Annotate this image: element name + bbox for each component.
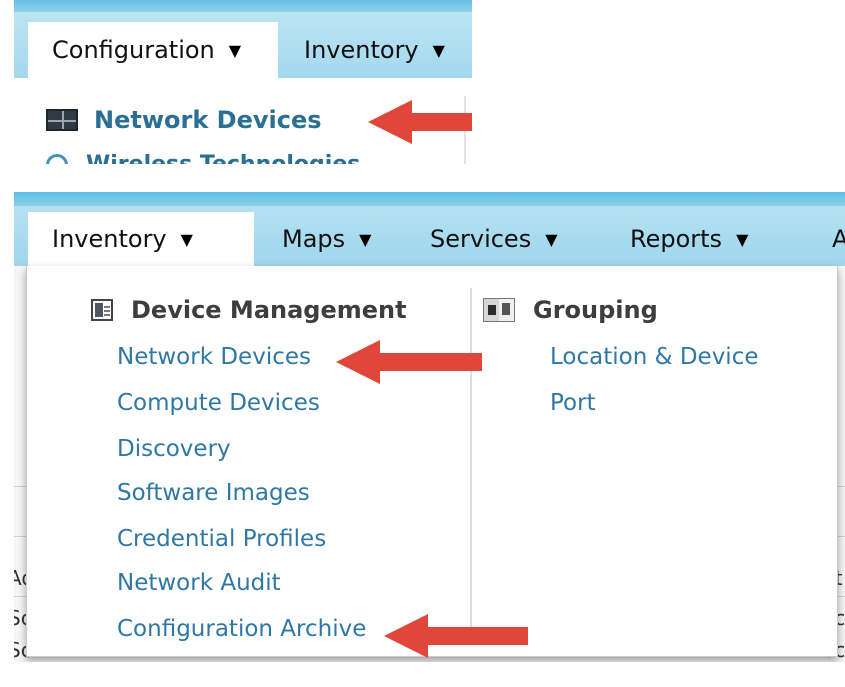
- top-screenshot-panel: Configuration ▼ Inventory ▼ Network Devi…: [14, 0, 472, 164]
- bottom-screenshot-panel: Ad Sc Sc St ec ec Inventory ▼ Maps ▼ Ser…: [14, 192, 845, 662]
- tab-inventory-label: Inventory: [304, 36, 419, 64]
- menu-item-network-devices[interactable]: Network Devices: [117, 344, 311, 370]
- grouping-title: Grouping: [533, 296, 658, 324]
- red-arrow: [336, 340, 482, 384]
- tab-configuration[interactable]: Configuration ▼: [28, 22, 278, 78]
- menu-item-software-images[interactable]: Software Images: [117, 480, 310, 506]
- tab-inventory[interactable]: Inventory ▼: [304, 22, 445, 78]
- tab-cut-label: A: [832, 225, 845, 253]
- grouping-header: Grouping: [483, 296, 658, 324]
- menu-item-network-audit[interactable]: Network Audit: [117, 570, 281, 596]
- device-management-icon: [91, 299, 113, 321]
- menu-item-port[interactable]: Port: [550, 390, 596, 416]
- main-nav-bar: Inventory ▼ Maps ▼ Services ▼ Reports ▼ …: [14, 192, 845, 266]
- device-management-header: Device Management: [91, 296, 407, 324]
- red-arrow: [368, 100, 472, 144]
- caret-down-icon: ▼: [359, 229, 372, 249]
- tab-reports-label: Reports: [630, 225, 723, 253]
- caret-down-icon: ▼: [545, 229, 558, 249]
- menu-item-location-device[interactable]: Location & Device: [550, 344, 759, 370]
- device-management-title: Device Management: [131, 296, 407, 324]
- menu-item-discovery[interactable]: Discovery: [117, 436, 231, 462]
- top-nav-bar: Configuration ▼ Inventory ▼: [14, 0, 472, 78]
- tab-reports[interactable]: Reports ▼: [630, 212, 748, 266]
- tab-configuration-label: Configuration: [52, 36, 215, 64]
- tab-maps[interactable]: Maps ▼: [282, 212, 371, 266]
- menu-item-configuration-archive[interactable]: Configuration Archive: [117, 616, 366, 642]
- caret-down-icon: ▼: [180, 229, 193, 249]
- red-arrow: [384, 614, 528, 658]
- tab-administration-cut[interactable]: A: [832, 212, 845, 266]
- menu-item-wireless-technologies[interactable]: Wireless Technologies: [46, 152, 360, 164]
- menu-item-wireless-label: Wireless Technologies: [86, 152, 360, 164]
- caret-down-icon: ▼: [228, 40, 242, 60]
- tab-services-label: Services: [430, 225, 532, 253]
- menu-item-credential-profiles[interactable]: Credential Profiles: [117, 526, 326, 552]
- wireless-icon: [46, 153, 68, 164]
- grid-icon: [46, 109, 78, 131]
- menu-item-compute-devices[interactable]: Compute Devices: [117, 390, 320, 416]
- menu-item-network-devices-label: Network Devices: [94, 106, 322, 134]
- caret-down-icon: ▼: [736, 229, 749, 249]
- menu-item-network-devices[interactable]: Network Devices: [46, 106, 322, 134]
- inventory-dropdown-menu: Device Management Network Devices Comput…: [26, 266, 838, 657]
- tab-services[interactable]: Services ▼: [430, 212, 558, 266]
- tab-inventory-label: Inventory: [52, 225, 167, 253]
- tab-maps-label: Maps: [282, 225, 346, 253]
- caret-down-icon: ▼: [432, 40, 445, 60]
- grouping-icon: [483, 298, 515, 322]
- tab-inventory[interactable]: Inventory ▼: [28, 212, 254, 266]
